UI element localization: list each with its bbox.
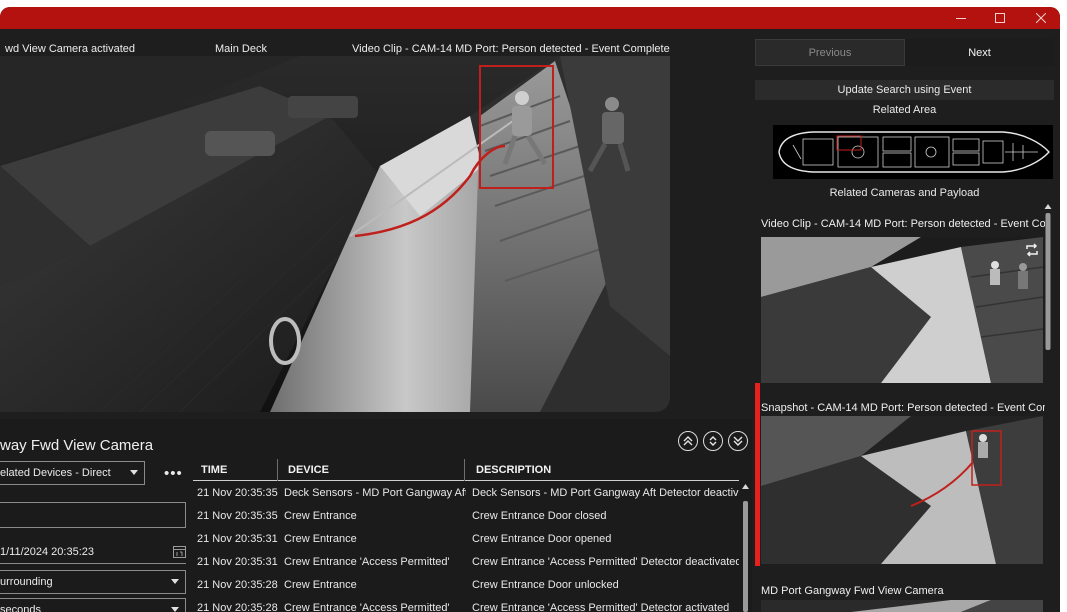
expand-vertical-icon xyxy=(709,436,717,446)
cell-device: Crew Entrance 'Access Permitted' xyxy=(284,602,450,612)
events-table: TIME DEVICE DESCRIPTION 21 Nov 20:35:35 D… xyxy=(193,459,739,612)
cell-description: Crew Entrance 'Access Permitted' Detecto… xyxy=(472,602,730,612)
datetime-field[interactable]: 1/11/2024 20:35:23 xyxy=(0,541,186,564)
cell-device: Crew Entrance xyxy=(284,579,357,591)
cell-description: Crew Entrance Door unlocked xyxy=(472,579,619,591)
video-header-right: Video Clip - CAM-14 MD Port: Person dete… xyxy=(352,43,670,55)
expand-vertical-button[interactable] xyxy=(703,431,723,451)
related-cameras-label: Related Cameras and Payload xyxy=(829,187,980,199)
main-window: wd View Camera activated Main Deck Video… xyxy=(0,7,1060,612)
close-button[interactable] xyxy=(1024,7,1058,29)
card-title[interactable]: Snapshot - CAM-14 MD Port: Person detect… xyxy=(761,402,1045,414)
cell-time: 21 Nov 20:35:31 xyxy=(197,533,278,545)
cell-time: 21 Nov 20:35:31 xyxy=(197,556,278,568)
video-header-middle: Main Deck xyxy=(215,43,267,55)
update-search-button[interactable]: Update Search using Event xyxy=(755,80,1054,100)
table-header: TIME DEVICE DESCRIPTION xyxy=(193,459,739,481)
datetime-value: 1/11/2024 20:35:23 xyxy=(0,546,94,558)
column-header-description[interactable]: DESCRIPTION xyxy=(476,464,551,476)
minimize-button[interactable] xyxy=(944,7,978,29)
maximize-icon xyxy=(995,13,1005,23)
more-options-button[interactable]: ••• xyxy=(164,465,183,482)
scope-select[interactable]: urrounding xyxy=(0,570,186,594)
calendar-icon[interactable] xyxy=(173,545,186,558)
cell-device: Crew Entrance xyxy=(284,533,357,545)
table-scrollbar[interactable] xyxy=(740,481,751,612)
cell-description: Crew Entrance Door closed xyxy=(472,510,607,522)
card-title[interactable]: MD Port Gangway Fwd View Camera xyxy=(761,585,1045,597)
collapse-up-icon xyxy=(683,436,693,446)
maximize-button[interactable] xyxy=(983,7,1017,29)
minimize-icon xyxy=(956,18,966,19)
column-divider[interactable] xyxy=(277,459,278,481)
table-row[interactable]: 21 Nov 20:35:28 Crew Entrance 'Access Per… xyxy=(193,597,739,612)
related-area-label: Related Area xyxy=(872,104,937,116)
table-row[interactable]: 21 Nov 20:35:35 Deck Sensors - MD Port Ga… xyxy=(193,482,739,505)
filter-select-value: elated Devices - Direct xyxy=(0,467,111,479)
scope-select-value: urrounding xyxy=(0,576,53,588)
selected-card-indicator xyxy=(755,383,760,566)
table-row[interactable]: 21 Nov 20:35:31 Crew Entrance 'Access Per… xyxy=(193,551,739,574)
table-row[interactable]: 21 Nov 20:35:35 Crew Entrance Crew Entranc… xyxy=(193,505,739,528)
table-row[interactable]: 21 Nov 20:35:28 Crew Entrance Crew Entranc… xyxy=(193,574,739,597)
chevron-down-icon xyxy=(171,607,179,612)
events-panel: way Fwd View Camera elated Devices - Dir… xyxy=(0,419,752,612)
collapse-up-button[interactable] xyxy=(678,431,698,451)
close-icon xyxy=(1036,13,1046,23)
collapse-down-icon xyxy=(733,436,743,446)
cell-time: 21 Nov 20:35:35 xyxy=(197,510,278,522)
camera-thumbnail[interactable] xyxy=(761,600,1043,612)
column-header-device[interactable]: DEVICE xyxy=(288,464,329,476)
card-title[interactable]: Video Clip - CAM-14 MD Port: Person dete… xyxy=(761,218,1045,230)
cell-description: Crew Entrance Door opened xyxy=(472,533,612,545)
cell-device: Crew Entrance 'Access Permitted' xyxy=(284,556,450,568)
cell-description: Deck Sensors - MD Port Gangway Aft Detec… xyxy=(472,487,739,499)
cell-time: 21 Nov 20:35:28 xyxy=(197,579,278,591)
cell-description: Crew Entrance 'Access Permitted' Detecto… xyxy=(472,556,739,568)
cell-device: Deck Sensors - MD Port Gangway Aft xyxy=(284,487,466,499)
table-row[interactable]: 21 Nov 20:35:31 Crew Entrance Crew Entranc… xyxy=(193,528,739,551)
panel-title: way Fwd View Camera xyxy=(0,437,154,454)
column-divider[interactable] xyxy=(464,459,465,481)
ship-deck-map[interactable] xyxy=(773,125,1053,179)
video-header-left: wd View Camera activated xyxy=(5,43,136,55)
cell-time: 21 Nov 20:35:35 xyxy=(197,487,278,499)
title-bar xyxy=(0,7,1060,29)
camera-image xyxy=(761,600,1043,612)
ship-plan-image xyxy=(778,131,1050,173)
snapshot-thumbnail[interactable] xyxy=(761,416,1043,564)
camera-video-view[interactable] xyxy=(0,56,670,412)
search-input[interactable] xyxy=(0,502,186,528)
camera-frame-image xyxy=(0,56,670,412)
video-clip-image xyxy=(761,237,1043,383)
video-clip-thumbnail[interactable] xyxy=(761,237,1043,383)
next-button[interactable]: Next xyxy=(905,39,1054,66)
chevron-down-icon xyxy=(130,470,138,475)
event-details-panel: Previous Next Update Search using Event … xyxy=(755,39,1054,612)
filter-select[interactable]: elated Devices - Direct xyxy=(0,461,145,485)
loop-icon[interactable] xyxy=(1025,243,1039,257)
cards-scrollbar[interactable] xyxy=(1044,202,1052,607)
interval-select[interactable]: seconds xyxy=(0,598,186,612)
column-header-time[interactable]: TIME xyxy=(201,464,227,476)
snapshot-image xyxy=(761,416,1043,564)
interval-select-value: seconds xyxy=(0,604,41,612)
collapse-down-button[interactable] xyxy=(728,431,748,451)
cell-time: 21 Nov 20:35:28 xyxy=(197,602,278,612)
previous-button[interactable]: Previous xyxy=(755,39,905,66)
cell-device: Crew Entrance xyxy=(284,510,357,522)
chevron-down-icon xyxy=(171,579,179,584)
